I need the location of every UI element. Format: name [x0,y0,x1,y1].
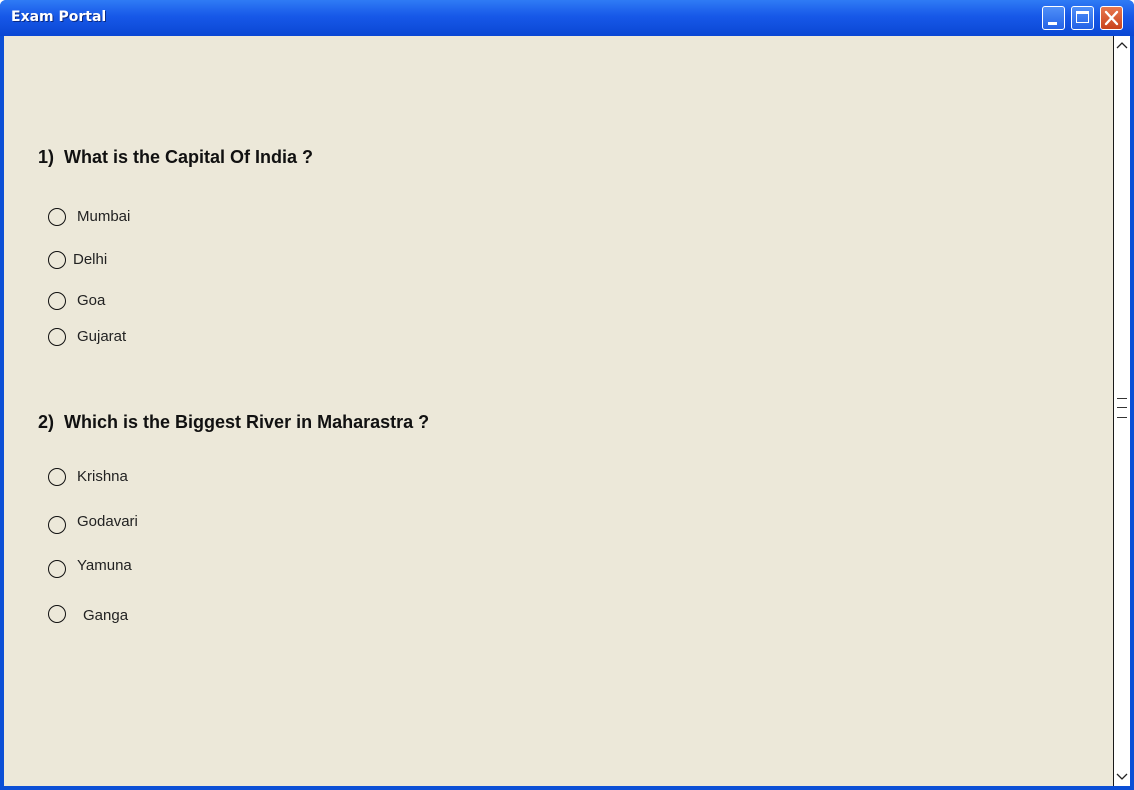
minimize-icon [1048,22,1057,25]
radio-button[interactable] [48,251,66,269]
minimize-button[interactable] [1042,6,1065,30]
window-title: Exam Portal [11,9,107,25]
maximize-icon [1076,11,1089,23]
option-label: Ganga [83,607,129,624]
scroll-up-arrow-icon[interactable] [1114,38,1130,54]
radio-button[interactable] [48,468,66,486]
option-label: Mumbai [77,208,131,225]
radio-button[interactable] [48,560,66,578]
close-icon [1104,10,1119,26]
option-label: Godavari [77,513,138,530]
option-label: Delhi [73,251,108,268]
radio-button[interactable] [48,605,66,623]
close-button[interactable] [1100,6,1123,30]
radio-button[interactable] [48,516,66,534]
question-2-title: 2) Which is the Biggest River in Maharas… [38,412,429,433]
radio-button[interactable] [48,328,66,346]
option-label: Yamuna [77,557,132,574]
radio-button[interactable] [48,292,66,310]
vertical-scrollbar[interactable] [1113,36,1130,786]
question-1-text: What is the Capital Of India ? [64,147,314,167]
question-2-number: 2) [38,412,55,432]
option-label: Krishna [77,468,128,485]
question-2-text: Which is the Biggest River in Maharastra… [64,412,430,432]
radio-button[interactable] [48,208,66,226]
title-bar[interactable]: Exam Portal [0,0,1134,36]
scroll-thumb[interactable] [1117,394,1127,422]
exam-content: 1) What is the Capital Of India ? Mumbai… [4,36,1113,786]
question-1-title: 1) What is the Capital Of India ? [38,147,313,168]
exam-portal-window: Exam Portal 1) What is the Capital Of In… [0,0,1134,790]
scroll-down-arrow-icon[interactable] [1114,768,1130,784]
option-label: Gujarat [77,328,127,345]
question-1-number: 1) [38,147,55,167]
maximize-button[interactable] [1071,6,1094,30]
option-label: Goa [77,292,106,309]
